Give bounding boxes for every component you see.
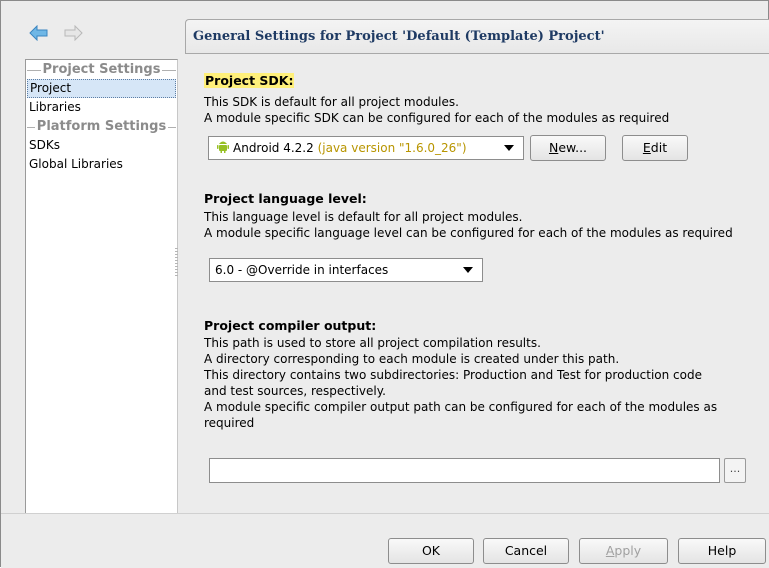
language-level-value: 6.0 - @Override in interfaces xyxy=(215,263,389,277)
language-level-desc-2: A module specific language level can be … xyxy=(204,226,733,240)
language-level-select[interactable]: 6.0 - @Override in interfaces xyxy=(209,258,483,282)
compiler-output-desc-2: A directory corresponding to each module… xyxy=(204,352,620,366)
cancel-button[interactable]: Cancel xyxy=(483,538,569,564)
settings-header: General Settings for Project 'Default (T… xyxy=(185,19,769,54)
sidebar-item-sdks[interactable]: SDKs xyxy=(26,136,177,155)
sdk-name: Android 4.2.2 xyxy=(233,141,314,155)
sdk-java-version: (java version "1.6.0_26") xyxy=(317,141,467,155)
compiler-output-desc-5: A module specific compiler output path c… xyxy=(204,400,718,414)
compiler-output-desc-4: and test sources, respectively. xyxy=(204,384,386,398)
compiler-output-desc-6: required xyxy=(204,416,255,430)
apply-button[interactable]: Apply xyxy=(579,538,668,564)
edit-sdk-button[interactable]: Edit xyxy=(622,135,688,161)
project-settings-header: Project Settings xyxy=(26,60,177,79)
project-sdk-desc-2: A module specific SDK can be configured … xyxy=(204,111,670,125)
project-structure-dialog: Project Settings Project Libraries Platf… xyxy=(0,0,769,568)
chevron-down-icon xyxy=(463,267,473,273)
sidebar-item-project[interactable]: Project xyxy=(27,79,176,98)
platform-settings-header: Platform Settings xyxy=(26,117,177,136)
settings-tree: Project Settings Project Libraries Platf… xyxy=(25,59,178,514)
android-icon xyxy=(217,138,229,160)
new-sdk-button[interactable]: New... xyxy=(530,135,606,161)
forward-arrow-icon[interactable] xyxy=(63,24,83,44)
compiler-output-desc-1: This path is used to store all project c… xyxy=(204,336,541,350)
compiler-output-desc-3: This directory contains two subdirectori… xyxy=(204,368,702,382)
sidebar-item-libraries[interactable]: Libraries xyxy=(26,98,177,117)
compiler-output-field[interactable] xyxy=(209,458,720,483)
project-sdk-title: Project SDK: xyxy=(204,73,295,88)
compiler-output-title: Project compiler output: xyxy=(204,318,377,333)
project-sdk-desc-1: This SDK is default for all project modu… xyxy=(204,95,459,109)
language-level-desc-1: This language level is default for all p… xyxy=(204,210,523,224)
sidebar-area: Project Settings Project Libraries Platf… xyxy=(1,1,183,514)
ok-button[interactable]: OK xyxy=(388,538,474,564)
splitter-handle[interactable] xyxy=(175,248,178,278)
page-title: General Settings for Project 'Default (T… xyxy=(193,29,605,44)
nav-arrows xyxy=(29,24,93,47)
project-settings-panel: Project SDK: This SDK is default for all… xyxy=(185,54,769,513)
language-level-title: Project language level: xyxy=(204,191,367,206)
browse-button[interactable]: ... xyxy=(724,458,746,483)
chevron-down-icon xyxy=(504,145,514,151)
sidebar-item-global-libraries[interactable]: Global Libraries xyxy=(26,155,177,174)
back-arrow-icon[interactable] xyxy=(29,24,49,44)
project-sdk-select[interactable]: Android 4.2.2 (java version "1.6.0_26") xyxy=(208,136,524,160)
help-button[interactable]: Help xyxy=(678,538,766,564)
